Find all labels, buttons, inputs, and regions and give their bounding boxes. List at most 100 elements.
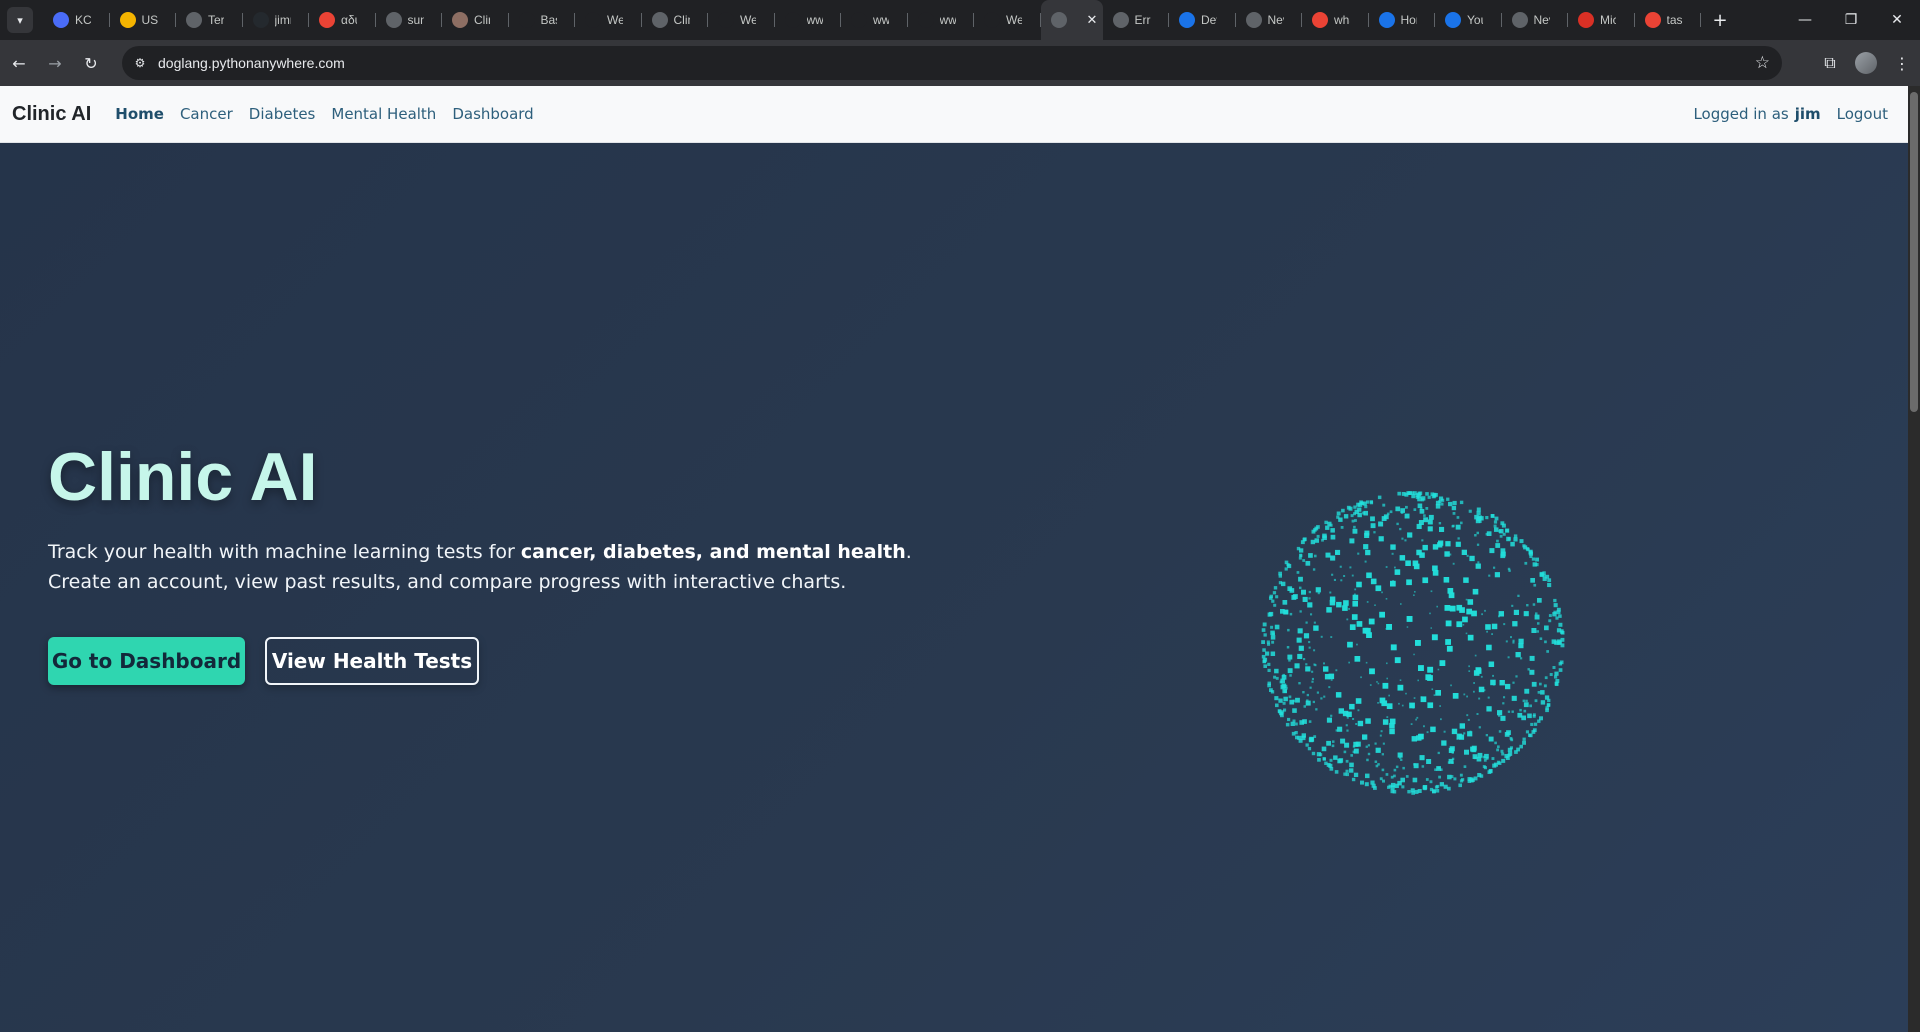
nav-link-mental-health[interactable]: Mental Health bbox=[331, 105, 436, 123]
tab-title: tasl bbox=[1666, 13, 1683, 27]
browser-tab[interactable]: tasl bbox=[1635, 0, 1702, 40]
browser-tab[interactable]: Wel bbox=[575, 0, 642, 40]
browser-tab[interactable]: Clin bbox=[442, 0, 509, 40]
browser-tab[interactable]: ww bbox=[841, 0, 908, 40]
browser-tab[interactable]: Erro bbox=[1103, 0, 1170, 40]
c-icon bbox=[1378, 12, 1395, 28]
tab-title: Dev bbox=[1201, 13, 1217, 27]
tab-title: Erro bbox=[1134, 13, 1151, 27]
tab-title: Nev bbox=[1267, 13, 1284, 27]
page-scrollbar[interactable] bbox=[1908, 86, 1920, 1032]
new-tab-button[interactable]: + bbox=[1705, 5, 1735, 35]
browser-tab[interactable]: sun bbox=[376, 0, 443, 40]
nav-link-cancer[interactable]: Cancer bbox=[180, 105, 233, 123]
browser-tab[interactable]: αδυ bbox=[309, 0, 376, 40]
hero-line-1-suffix: . bbox=[905, 541, 912, 563]
toolbar-actions: ⧉ ⋮ bbox=[1812, 46, 1920, 80]
tab-title: Hor bbox=[1400, 13, 1417, 27]
go-to-dashboard-button[interactable]: Go to Dashboard bbox=[48, 637, 245, 685]
globe-icon bbox=[1245, 12, 1262, 28]
browser-tab[interactable]: jimr bbox=[243, 0, 310, 40]
close-tab-icon[interactable]: ✕ bbox=[1087, 12, 1098, 28]
tab-title: We bbox=[1006, 13, 1022, 27]
browser-tab-strip: ▾ KCD US- Terr jimr αδυ sun Clin Basi Wel Clin Wel… bbox=[0, 0, 1920, 40]
google-icon bbox=[319, 12, 335, 28]
browser-tab[interactable]: Basi bbox=[509, 0, 576, 40]
globe-icon bbox=[1511, 12, 1528, 28]
page-viewport: Clinic AI Home Cancer Diabetes Mental He… bbox=[0, 86, 1908, 1032]
tab-title: ww bbox=[806, 13, 823, 27]
nav-link-home[interactable]: Home bbox=[115, 105, 164, 123]
hero-section: Clinic AI Track your health with machine… bbox=[0, 143, 1908, 1032]
browser-tab[interactable]: Wel bbox=[708, 0, 775, 40]
tab-title: Clin bbox=[474, 13, 490, 27]
tab-title: KCD bbox=[75, 13, 91, 27]
browser-tab[interactable]: Mic bbox=[1568, 0, 1635, 40]
browser-tab[interactable]: Nev bbox=[1502, 0, 1569, 40]
tab-title: Nev bbox=[1533, 13, 1550, 27]
chevron-down-icon: ▾ bbox=[17, 13, 23, 27]
openai-icon bbox=[585, 12, 601, 28]
browser-tab[interactable]: wha bbox=[1302, 0, 1369, 40]
tab-title: ww bbox=[939, 13, 956, 27]
site-brand[interactable]: Clinic AI bbox=[12, 103, 91, 126]
tab-title: You bbox=[1467, 13, 1483, 27]
profile-avatar[interactable] bbox=[1855, 52, 1877, 74]
openai-icon bbox=[518, 12, 535, 28]
openai-icon bbox=[784, 12, 801, 28]
bookmark-star-icon[interactable]: ☆ bbox=[1755, 53, 1770, 73]
logout-link[interactable]: Logout bbox=[1837, 105, 1888, 123]
view-health-tests-button[interactable]: View Health Tests bbox=[265, 637, 479, 685]
tab-title: jimr bbox=[274, 13, 291, 27]
browser-tab[interactable]: Nev bbox=[1236, 0, 1303, 40]
nav-link-diabetes[interactable]: Diabetes bbox=[249, 105, 316, 123]
back-icon[interactable]: ← bbox=[2, 46, 36, 80]
extensions-icon[interactable]: ⧉ bbox=[1812, 46, 1848, 80]
restore-icon[interactable]: ❐ bbox=[1828, 0, 1874, 40]
browser-tab[interactable]: US- bbox=[110, 0, 177, 40]
drive-icon bbox=[119, 12, 136, 28]
logged-in-label: Logged in as bbox=[1693, 105, 1789, 123]
google-icon bbox=[1312, 12, 1328, 28]
github-icon bbox=[252, 12, 269, 28]
tab-title: Basi bbox=[540, 13, 557, 27]
browser-tab[interactable]: ww bbox=[775, 0, 842, 40]
openai-icon bbox=[851, 12, 867, 28]
hero-line-1-prefix: Track your health with machine learning … bbox=[48, 541, 521, 563]
browser-tab[interactable]: Clin bbox=[642, 0, 709, 40]
nav-link-dashboard[interactable]: Dashboard bbox=[452, 105, 533, 123]
nav-links: Home Cancer Diabetes Mental Health Dashb… bbox=[115, 105, 549, 123]
browser-tab[interactable]: We bbox=[974, 0, 1041, 40]
browser-tab[interactable]: You bbox=[1435, 0, 1502, 40]
tab-title: Clin bbox=[673, 13, 690, 27]
site-info-icon[interactable]: ⚙ bbox=[128, 51, 152, 75]
tab-search-button[interactable]: ▾ bbox=[7, 7, 33, 33]
address-bar[interactable]: ⚙ doglang.pythonanywhere.com ☆ bbox=[122, 46, 1782, 80]
browser-tab[interactable]: Hor bbox=[1369, 0, 1436, 40]
openai-icon bbox=[917, 12, 934, 28]
browser-tab[interactable]: KCD bbox=[43, 0, 110, 40]
hero-line-1-bold: cancer, diabetes, and mental health bbox=[520, 541, 906, 563]
reload-icon[interactable]: ↻ bbox=[74, 46, 108, 80]
browser-tab[interactable]: ✕ bbox=[1040, 0, 1103, 40]
minimize-icon[interactable]: — bbox=[1782, 0, 1828, 40]
scrollbar-thumb[interactable] bbox=[1910, 92, 1918, 412]
menu-kebab-icon[interactable]: ⋮ bbox=[1884, 46, 1920, 80]
clinic-icon bbox=[452, 12, 468, 28]
tab-title: wha bbox=[1334, 13, 1350, 27]
forward-icon[interactable]: → bbox=[38, 46, 72, 80]
close-window-icon[interactable]: ✕ bbox=[1874, 0, 1920, 40]
browser-tab[interactable]: ww bbox=[908, 0, 975, 40]
tab-title: Terr bbox=[208, 13, 224, 27]
tab-list: KCD US- Terr jimr αδυ sun Clin Basi Wel Clin Wel ww… bbox=[43, 0, 1701, 40]
address-url[interactable]: doglang.pythonanywhere.com bbox=[158, 55, 345, 71]
hero-title: Clinic AI bbox=[48, 439, 318, 515]
window-controls: — ❐ ✕ bbox=[1782, 0, 1920, 40]
globe-icon bbox=[385, 12, 402, 28]
browser-tab[interactable]: Terr bbox=[176, 0, 243, 40]
openai-icon bbox=[984, 12, 1000, 28]
user-area: Logged in as jim Logout bbox=[1693, 105, 1908, 123]
openai-icon bbox=[718, 12, 734, 28]
hero-line-2: Create an account, view past results, an… bbox=[48, 571, 847, 593]
browser-tab[interactable]: Dev bbox=[1169, 0, 1236, 40]
